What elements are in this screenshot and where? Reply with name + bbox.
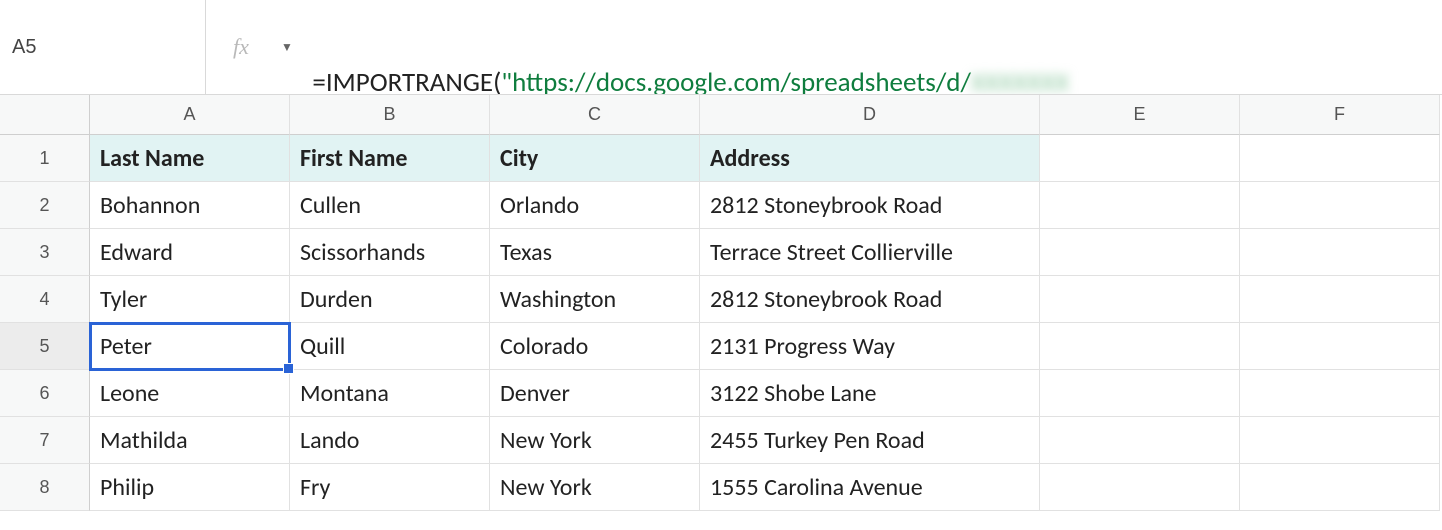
formula-bar: ▼ fx =IMPORTRANGE("https://docs.google.c… <box>0 0 1442 95</box>
cell-C8[interactable]: New York <box>490 464 700 511</box>
cell-D6[interactable]: 3122 Shobe Lane <box>700 370 1040 417</box>
cell-D4[interactable]: 2812 Stoneybrook Road <box>700 276 1040 323</box>
formula-quote-open1: " <box>501 66 512 94</box>
cell-A8[interactable]: Philip <box>90 464 290 511</box>
cell-F4[interactable] <box>1240 276 1440 323</box>
cell-B6[interactable]: Montana <box>290 370 490 417</box>
col-header-E[interactable]: E <box>1040 95 1240 135</box>
formula-fn: IMPORTRANGE <box>326 66 493 94</box>
cell-B7[interactable]: Lando <box>290 417 490 464</box>
cell-D5[interactable]: 2131 Progress Way <box>700 323 1040 370</box>
formula-url-redacted1: XXXXXXX <box>971 66 1069 94</box>
cell-E8[interactable] <box>1040 464 1240 511</box>
cell-B5[interactable]: Quill <box>290 323 490 370</box>
cell-C4[interactable]: Washington <box>490 276 700 323</box>
cell-D3[interactable]: Terrace Street Collierville <box>700 229 1040 276</box>
col-header-F[interactable]: F <box>1240 95 1440 135</box>
cell-C7[interactable]: New York <box>490 417 700 464</box>
cell-C3[interactable]: Texas <box>490 229 700 276</box>
cell-F3[interactable] <box>1240 229 1440 276</box>
cell-A6[interactable]: Leone <box>90 370 290 417</box>
cell-B3[interactable]: Scissorhands <box>290 229 490 276</box>
cell-A3[interactable]: Edward <box>90 229 290 276</box>
cell-D7[interactable]: 2455 Turkey Pen Road <box>700 417 1040 464</box>
cell-E1[interactable] <box>1040 135 1240 182</box>
cell-D1[interactable]: Address <box>700 135 1040 182</box>
cell-A1[interactable]: Last Name <box>90 135 290 182</box>
cell-B8[interactable]: Fry <box>290 464 490 511</box>
row-header-2[interactable]: 2 <box>0 182 90 229</box>
cell-C2[interactable]: Orlando <box>490 182 700 229</box>
col-header-B[interactable]: B <box>290 95 490 135</box>
cell-F8[interactable] <box>1240 464 1440 511</box>
col-header-A[interactable]: A <box>90 95 290 135</box>
cell-C5[interactable]: Colorado <box>490 323 700 370</box>
cell-F7[interactable] <box>1240 417 1440 464</box>
select-all-corner[interactable] <box>0 95 90 135</box>
cell-C6[interactable]: Denver <box>490 370 700 417</box>
cell-A5[interactable]: Peter <box>90 323 290 370</box>
cell-E4[interactable] <box>1040 276 1240 323</box>
cell-C1[interactable]: City <box>490 135 700 182</box>
formula-url-prefix: https://docs.google.com/spreadsheets/d/ <box>512 66 971 94</box>
cell-F5[interactable] <box>1240 323 1440 370</box>
col-header-D[interactable]: D <box>700 95 1040 135</box>
row-header-1[interactable]: 1 <box>0 135 90 182</box>
col-header-C[interactable]: C <box>490 95 700 135</box>
fx-button[interactable]: fx <box>206 0 276 94</box>
cell-E6[interactable] <box>1040 370 1240 417</box>
row-header-6[interactable]: 6 <box>0 370 90 417</box>
cell-B2[interactable]: Cullen <box>290 182 490 229</box>
cell-B1[interactable]: First Name <box>290 135 490 182</box>
cell-F1[interactable] <box>1240 135 1440 182</box>
fx-icon: fx <box>233 34 249 60</box>
row-header-4[interactable]: 4 <box>0 276 90 323</box>
spreadsheet-grid: A B C D E F 1 Last Name First Name City … <box>0 95 1442 511</box>
row-header-8[interactable]: 8 <box>0 464 90 511</box>
row-header-5[interactable]: 5 <box>0 323 90 370</box>
cell-A2[interactable]: Bohannon <box>90 182 290 229</box>
formula-input[interactable]: =IMPORTRANGE("https://docs.google.com/sp… <box>276 0 1442 94</box>
cell-D2[interactable]: 2812 Stoneybrook Road <box>700 182 1040 229</box>
formula-eq: = <box>312 66 325 94</box>
row-header-7[interactable]: 7 <box>0 417 90 464</box>
cell-B4[interactable]: Durden <box>290 276 490 323</box>
cell-F6[interactable] <box>1240 370 1440 417</box>
cell-A7[interactable]: Mathilda <box>90 417 290 464</box>
cell-F2[interactable] <box>1240 182 1440 229</box>
cell-E3[interactable] <box>1040 229 1240 276</box>
cell-A4[interactable]: Tyler <box>90 276 290 323</box>
cell-E5[interactable] <box>1040 323 1240 370</box>
cell-D8[interactable]: 1555 Carolina Avenue <box>700 464 1040 511</box>
row-header-3[interactable]: 3 <box>0 229 90 276</box>
cell-E7[interactable] <box>1040 417 1240 464</box>
name-box-container: ▼ <box>0 0 205 94</box>
cell-E2[interactable] <box>1040 182 1240 229</box>
